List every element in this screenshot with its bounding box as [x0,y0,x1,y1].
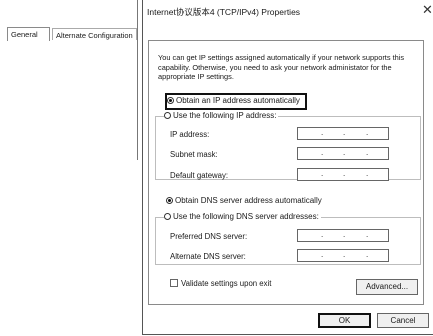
ip-address-label: IP address: [170,130,210,139]
ip-dot: . [343,148,346,157]
ok-button[interactable]: OK [318,313,371,328]
obtain-dns-auto-radio[interactable]: Obtain DNS server address automatically [166,196,324,206]
ip-dot: . [366,169,369,178]
default-gateway-label: Default gateway: [170,171,229,180]
description-text: You can get IP settings assigned automat… [158,53,405,81]
cancel-button[interactable]: Cancel [377,313,429,328]
ip-dot: . [366,230,369,239]
ip-dot: . [366,250,369,259]
validate-settings-checkbox[interactable] [170,279,178,287]
ip-dot: . [343,230,346,239]
advanced-button[interactable]: Advanced... [356,279,418,295]
ip-dot: . [321,128,324,137]
ip-dot: . [321,230,324,239]
radio-unselected-icon [164,213,171,220]
tab-alternate-configuration[interactable]: Alternate Configuration [52,28,137,40]
use-following-ip-radio[interactable]: Use the following IP address: [164,111,279,121]
subnet-mask-label: Subnet mask: [170,150,218,159]
use-following-ip-label: Use the following IP address: [173,111,277,120]
use-following-dns-radio[interactable]: Use the following DNS server addresses: [164,212,321,222]
ip-dot: . [343,169,346,178]
ip-dot: . [343,250,346,259]
ip-dot: . [321,250,324,259]
preferred-dns-label: Preferred DNS server: [170,232,248,241]
window-title: Internet协议版本4 (TCP/IPv4) Properties [147,7,301,17]
focus-highlight [165,93,307,110]
alternate-dns-label: Alternate DNS server: [170,252,246,261]
ip-dot: . [366,128,369,137]
ip-dot: . [321,169,324,178]
radio-selected-icon [166,197,173,204]
background-window-edge [137,0,138,160]
preferred-dns-field[interactable]: ... [297,229,389,242]
ip-address-field[interactable]: ... [297,127,389,140]
ip-dot: . [366,148,369,157]
tab-general[interactable]: General [7,27,50,41]
default-gateway-field[interactable]: ... [297,168,389,181]
ip-dot: . [321,148,324,157]
alternate-dns-field[interactable]: ... [297,249,389,262]
obtain-dns-auto-label: Obtain DNS server address automatically [175,196,322,205]
radio-unselected-icon [164,112,171,119]
title-bar[interactable]: Internet协议版本4 (TCP/IPv4) Properties ✕ [143,0,433,22]
use-following-dns-label: Use the following DNS server addresses: [173,212,319,221]
subnet-mask-field[interactable]: ... [297,147,389,160]
ip-dot: . [343,128,346,137]
close-icon[interactable]: ✕ [422,3,433,16]
validate-settings-label: Validate settings upon exit [181,279,272,288]
